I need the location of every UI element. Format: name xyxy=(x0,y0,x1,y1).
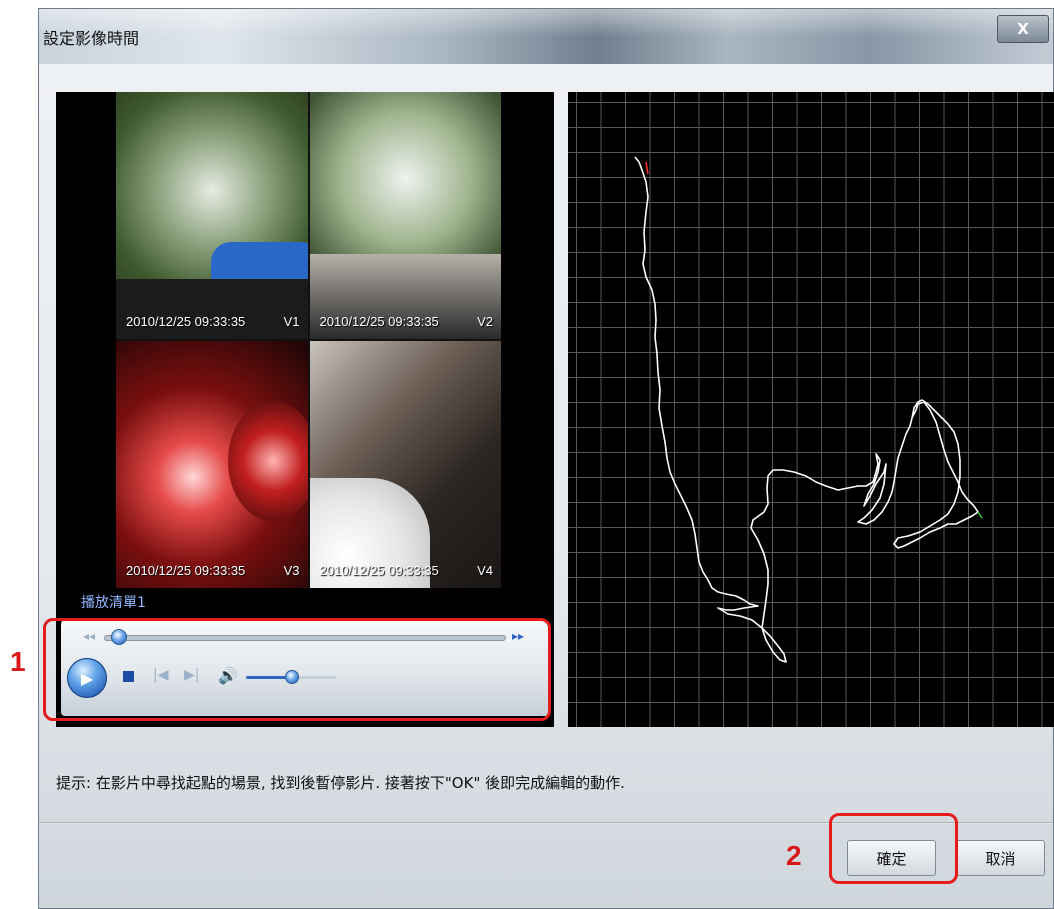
gps-start-marker xyxy=(645,161,649,175)
dashboard xyxy=(116,279,308,339)
video-label: V4 xyxy=(477,563,493,578)
car-hood xyxy=(211,242,308,282)
callout-box-1 xyxy=(43,618,551,721)
gps-end-marker xyxy=(977,511,983,519)
dialog-content: 2010/12/25 09:33:35 V1 2010/12/25 09:33:… xyxy=(39,64,1054,908)
video-timestamp: 2010/12/25 09:33:35 xyxy=(126,563,246,578)
gps-track-map xyxy=(568,92,1054,727)
close-button[interactable]: X xyxy=(997,15,1049,43)
video-v4: 2010/12/25 09:33:35 V4 xyxy=(309,341,501,588)
video-stamp: 2010/12/25 09:33:35 V2 xyxy=(320,314,494,329)
video-v2: 2010/12/25 09:33:35 V2 xyxy=(309,92,501,339)
gps-track-path xyxy=(634,156,979,663)
video-stamp: 2010/12/25 09:33:35 V1 xyxy=(126,314,300,329)
video-timestamp: 2010/12/25 09:33:35 xyxy=(319,314,439,329)
hint-text: 提示: 在影片中尋找起點的場景, 找到後暫停影片. 接著按下"OK" 後即完成編… xyxy=(56,774,625,792)
video-timestamp: 2010/12/25 09:33:35 xyxy=(319,563,439,578)
video-label: V3 xyxy=(283,563,300,578)
video-label: V2 xyxy=(477,314,493,329)
speedometer xyxy=(227,401,308,521)
playlist-label: 播放清單1 xyxy=(81,595,146,611)
video-v1: 2010/12/25 09:33:35 V1 xyxy=(116,92,308,339)
window-title: 設定影像時間 xyxy=(43,29,140,48)
callout-box-2 xyxy=(829,813,958,884)
video-v3: 2010/12/25 09:33:35 V3 xyxy=(116,341,308,588)
video-grid: 2010/12/25 09:33:35 V1 2010/12/25 09:33:… xyxy=(116,92,501,588)
video-label: V1 xyxy=(283,314,300,329)
dialog-window: 設定影像時間 X 2010/12/25 09:33:35 V1 2010/12/… xyxy=(38,8,1054,909)
callout-number-1: 1 xyxy=(10,646,26,677)
gps-track-svg xyxy=(634,156,983,663)
title-bar[interactable]: 設定影像時間 X xyxy=(39,9,1053,64)
cancel-button[interactable]: 取消 xyxy=(956,840,1045,876)
video-timestamp: 2010/12/25 09:33:35 xyxy=(126,314,246,329)
video-stamp: 2010/12/25 09:33:35 V4 xyxy=(320,563,494,578)
callout-number-2: 2 xyxy=(786,840,802,871)
video-stamp: 2010/12/25 09:33:35 V3 xyxy=(126,563,300,578)
